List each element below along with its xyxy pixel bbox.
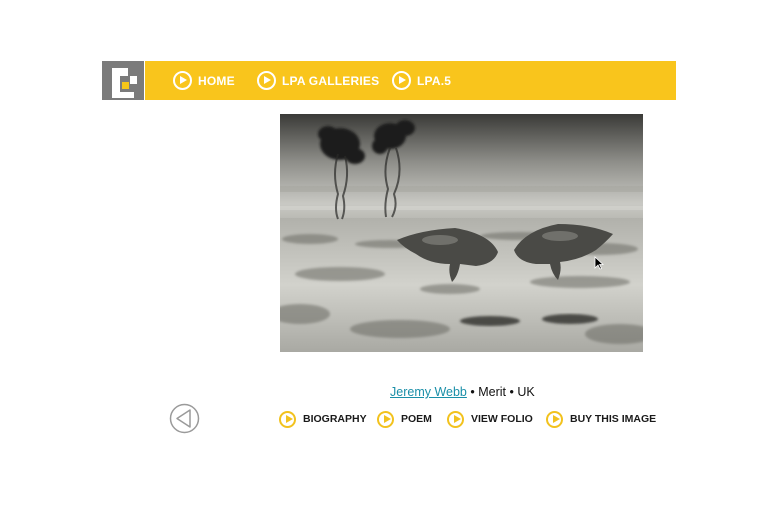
play-circle-icon [392,71,411,90]
play-circle-icon [257,71,276,90]
nav-lpa-galleries-label: LPA GALLERIES [282,73,380,88]
award-label: Merit [478,385,506,399]
play-circle-icon [279,410,296,428]
view-folio-label: VIEW FOLIO [471,413,533,425]
poem-link[interactable]: POEM [377,410,432,428]
nav-lpa5-label: LPA.5 [417,73,452,88]
play-circle-icon [546,410,563,428]
photo-caption: Jeremy Webb • Merit • UK [390,385,535,399]
play-circle-icon [447,410,464,428]
nav-lpa-galleries[interactable]: LPA GALLERIES [257,69,379,92]
top-nav-bar: HOME LPA GALLERIES LPA.5 [145,61,676,100]
nav-home[interactable]: HOME [173,69,235,92]
mouse-cursor-icon [594,256,604,270]
play-circle-icon [173,71,192,90]
play-circle-icon [377,410,394,428]
nav-home-label: HOME [198,73,235,88]
caption-separator: • [506,385,518,399]
featured-photograph [280,114,643,352]
poem-label: POEM [401,413,432,425]
buy-this-image-label: BUY THIS IMAGE [570,413,657,425]
site-logo[interactable] [102,61,144,100]
previous-button[interactable] [169,403,200,434]
buy-this-image-link[interactable]: BUY THIS IMAGE [546,410,656,428]
photographer-link[interactable]: Jeremy Webb [390,385,467,399]
back-arrow-icon [169,403,200,434]
biography-link[interactable]: BIOGRAPHY [279,410,367,428]
caption-separator: • [466,385,479,399]
biography-label: BIOGRAPHY [303,413,367,425]
view-folio-link[interactable]: VIEW FOLIO [447,410,533,428]
nav-lpa5[interactable]: LPA.5 [392,69,451,92]
country-label: UK [517,385,535,399]
